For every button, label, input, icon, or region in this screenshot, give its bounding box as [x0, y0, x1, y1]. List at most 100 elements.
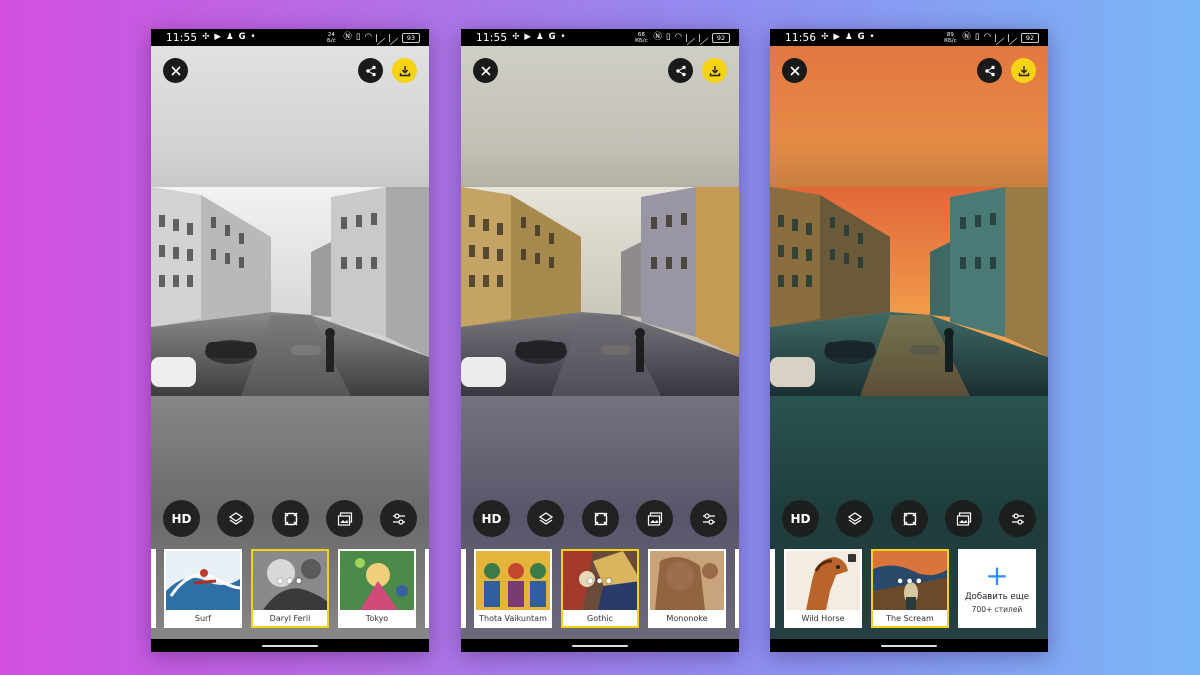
style-card-selected[interactable]: ••• The Scream	[871, 549, 949, 628]
hd-button[interactable]: HD	[473, 500, 510, 537]
crop-button[interactable]	[891, 500, 928, 537]
style-options-overlay[interactable]: •••	[563, 575, 637, 590]
adjust-button[interactable]	[690, 500, 727, 537]
status-time: 11:55	[166, 31, 198, 44]
navigation-bar	[461, 639, 739, 652]
plus-icon: +	[985, 559, 1009, 592]
style-thumbnail	[650, 551, 724, 610]
style-card[interactable]: Surf	[164, 549, 242, 628]
phone-screen-2: 11:55 ✣ ▶ ♟ G • 68 КБ/с Ⓝ ▯ ◠ 92 HD Thot…	[461, 29, 739, 652]
style-thumbnail: •••	[563, 551, 637, 610]
style-card-partial[interactable]	[425, 549, 429, 628]
home-indicator[interactable]	[881, 645, 937, 647]
style-card[interactable]: Mononoke	[648, 549, 726, 628]
style-label: Surf	[194, 613, 212, 623]
style-label: Wild Horse	[801, 613, 845, 623]
dot-icon: •	[869, 32, 875, 43]
youtube-icon: ▶	[833, 32, 840, 43]
style-strip: Surf ••• Daryl Feril Tokyo	[151, 549, 429, 628]
style-thumbnail: •••	[873, 551, 947, 610]
style-label: The Scream	[873, 610, 947, 626]
adjust-button[interactable]	[999, 500, 1036, 537]
style-card-partial[interactable]	[461, 549, 466, 628]
layers-button[interactable]	[836, 500, 873, 537]
fan-icon: ✣	[512, 32, 520, 43]
style-card[interactable]: Thota Vaikuntam	[474, 549, 552, 628]
home-indicator[interactable]	[572, 645, 628, 647]
signal-icon	[699, 33, 708, 42]
google-icon: G	[238, 32, 246, 43]
youtube-icon: ▶	[524, 32, 531, 43]
crop-button[interactable]	[582, 500, 619, 537]
youtube-icon: ▶	[214, 32, 221, 43]
gallery-button[interactable]	[326, 500, 363, 537]
share-button[interactable]	[977, 58, 1002, 83]
style-thumbnail	[166, 551, 240, 610]
crop-icon	[902, 511, 917, 526]
style-thumbnail	[786, 551, 860, 610]
hd-button[interactable]: HD	[163, 500, 200, 537]
close-button[interactable]	[163, 58, 188, 83]
home-indicator[interactable]	[262, 645, 318, 647]
signal-icon	[686, 33, 695, 42]
gallery-button[interactable]	[945, 500, 982, 537]
download-button[interactable]	[702, 58, 727, 83]
download-button[interactable]	[1011, 58, 1036, 83]
vibrate-icon: ▯	[974, 32, 980, 43]
layers-icon	[538, 511, 553, 525]
style-label: Mononoke	[666, 613, 708, 623]
adjust-button[interactable]	[380, 500, 417, 537]
status-bar: 11:56 ✣ ▶ ♟ G • 89 КБ/с Ⓝ ▯ ◠ 92	[770, 29, 1048, 46]
close-button[interactable]	[782, 58, 807, 83]
gallery-icon	[956, 511, 971, 526]
style-card-partial[interactable]	[151, 549, 156, 628]
download-button[interactable]	[392, 58, 417, 83]
layers-icon	[228, 511, 243, 525]
style-label: Thota Vaikuntam	[479, 613, 547, 623]
fan-icon: ✣	[202, 32, 210, 43]
close-icon	[789, 65, 800, 76]
vibrate-icon: ▯	[665, 32, 671, 43]
close-button[interactable]	[473, 58, 498, 83]
layers-button[interactable]	[527, 500, 564, 537]
sliders-icon	[392, 512, 405, 525]
processed-photo	[461, 187, 739, 396]
signal-icon	[376, 33, 385, 42]
crop-icon	[593, 511, 608, 526]
style-thumbnail: •••	[253, 551, 327, 610]
layers-icon	[847, 511, 862, 525]
share-button[interactable]	[668, 58, 693, 83]
style-label: Tokyo	[365, 613, 389, 623]
download-icon	[399, 65, 410, 76]
layers-button[interactable]	[217, 500, 254, 537]
share-button[interactable]	[358, 58, 383, 83]
sliders-icon	[702, 512, 715, 525]
close-icon	[480, 65, 491, 76]
wifi-icon: ◠	[983, 32, 991, 43]
gallery-button[interactable]	[636, 500, 673, 537]
lock-icon	[848, 554, 856, 562]
style-options-overlay[interactable]: •••	[253, 575, 327, 590]
style-options-overlay[interactable]: •••	[873, 575, 947, 590]
wifi-icon: ◠	[674, 32, 682, 43]
tool-row: HD	[770, 500, 1048, 538]
wifi-icon: ◠	[364, 32, 372, 43]
style-card-selected[interactable]: ••• Gothic	[561, 549, 639, 628]
battery-icon: 93	[402, 32, 420, 43]
style-card-partial[interactable]	[735, 549, 739, 628]
signal-icon	[995, 33, 1004, 42]
style-card[interactable]: Wild Horse	[784, 549, 862, 628]
style-card-partial[interactable]	[770, 549, 775, 628]
share-icon	[365, 65, 376, 76]
close-icon	[170, 65, 181, 76]
hd-button[interactable]: HD	[782, 500, 819, 537]
share-icon	[675, 65, 686, 76]
style-card[interactable]: Tokyo	[338, 549, 416, 628]
crop-button[interactable]	[272, 500, 309, 537]
processed-photo	[151, 187, 429, 396]
add-styles-button[interactable]: + Добавить еще 700+ стилей	[958, 549, 1036, 628]
signal-icon	[1008, 33, 1017, 42]
vibrate-icon: ▯	[355, 32, 361, 43]
style-card-selected[interactable]: ••• Daryl Feril	[251, 549, 329, 628]
network-speed: 68 КБ/с	[635, 31, 648, 44]
